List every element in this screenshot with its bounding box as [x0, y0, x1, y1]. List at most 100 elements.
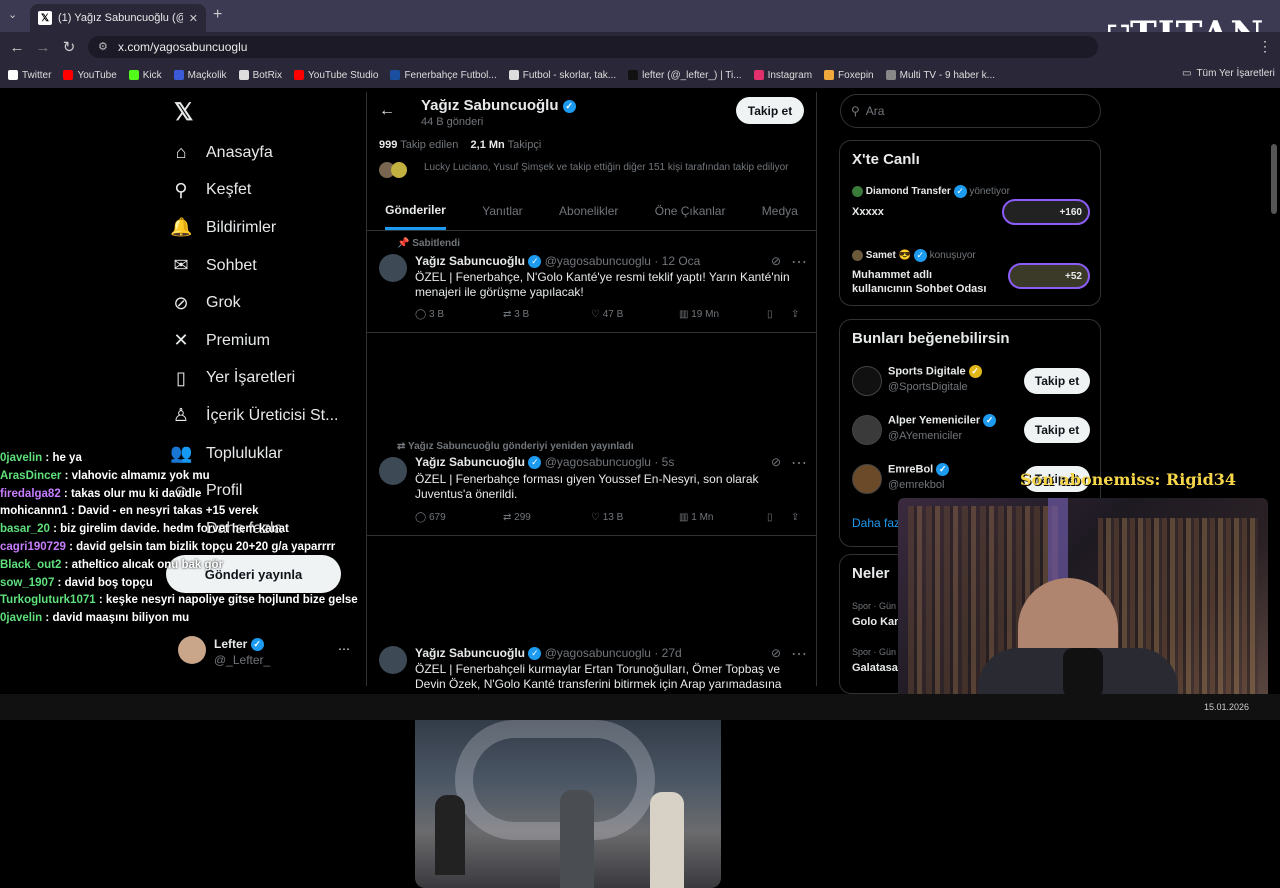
avatar[interactable] [379, 457, 407, 485]
account-name: Lefter ✓ [214, 637, 264, 652]
account-switcher[interactable]: Lefter ✓ @_Lefter_ ⋯ [170, 632, 360, 668]
sidebar-item-1[interactable]: ⚲ Keşfet [170, 172, 360, 210]
grok-icon[interactable]: ⊘ [771, 455, 781, 469]
bookmark-item[interactable]: Futbol - skorlar, tak... [508, 70, 616, 81]
views-button[interactable]: ▥ 19 Mn [679, 309, 767, 320]
back-arrow-icon[interactable]: ← [379, 102, 395, 120]
chat-username: basar_20 [0, 523, 50, 536]
avatar[interactable] [379, 254, 407, 282]
chat-message: ArasDincer : vlahovic almamız yok mu [0, 469, 210, 482]
verified-icon: ✓ [528, 456, 542, 470]
sidebar-item-4[interactable]: ⊘ Grok [170, 284, 360, 322]
follow-button[interactable]: Takip et [736, 97, 804, 124]
forward-icon[interactable]: → [30, 39, 56, 56]
tweet[interactable]: Yağız Sabuncuoğlu ✓ @yagosabuncuoglu · 2… [367, 638, 816, 888]
browser-tab-active[interactable]: 𝕏 (1) Yağız Sabuncuoğlu (@yagos ✕ [30, 4, 206, 32]
tab-3[interactable]: Öne Çıkanlar [655, 204, 726, 218]
live-title: X'te Canlı [852, 151, 920, 168]
sidebar-item-3[interactable]: ✉ Sohbet [170, 247, 360, 285]
bookmark-favicon-icon [508, 70, 519, 80]
chat-text: atheltico alıcak onu bak gör [71, 558, 224, 571]
bookmark-favicon-icon [753, 70, 764, 80]
bookmark-favicon-icon [8, 70, 18, 80]
views-button[interactable]: ▥ 1 Mn [679, 512, 767, 523]
bookmark-item[interactable]: lefter (@_lefter_) | Ti... [628, 70, 742, 81]
tweet-more-icon[interactable]: ⋯ [791, 644, 807, 664]
tweet-media-photo[interactable] [415, 700, 721, 888]
tab-0[interactable]: Gönderiler [385, 191, 446, 230]
grok-icon: ⊘ [173, 292, 189, 313]
back-icon[interactable]: ← [4, 39, 30, 56]
chat-text: david maaşını biliyon mu [52, 612, 190, 625]
reply-button[interactable]: ◯ 679 [415, 512, 503, 523]
tweet-more-icon[interactable]: ⋯ [791, 453, 807, 473]
follow-button[interactable]: Takip et [1024, 368, 1090, 394]
tweet[interactable]: ⇄ Yağız Sabuncuoğlu gönderiyi yeniden ya… [367, 435, 816, 536]
tab-4[interactable]: Medya [762, 204, 798, 218]
verified-icon: ✓ [528, 255, 542, 269]
bookmark-item[interactable]: Multi TV - 9 haber k... [885, 70, 995, 81]
sidebar-item-label: Keşfet [206, 181, 252, 199]
bookmark-icon: ▯ [176, 367, 186, 388]
bookmark-item[interactable]: YouTube Studio [294, 70, 378, 81]
bookmark-item[interactable]: Fenerbahçe Futbol... [390, 70, 497, 81]
grok-icon[interactable]: ⊘ [771, 646, 781, 660]
address-bar[interactable]: ⚙ x.com/yagosabuncuoglu [88, 36, 1098, 58]
follow-button[interactable]: Takip et [1024, 417, 1090, 443]
new-tab-icon[interactable]: + [213, 6, 222, 24]
tab-1[interactable]: Yanıtlar [482, 204, 522, 218]
all-bookmarks[interactable]: ▭ Tüm Yer İşaretleri [1182, 68, 1275, 79]
tweet[interactable]: 📌 Sabitlendi Yağız Sabuncuoğlu ✓ @yagosa… [367, 232, 816, 333]
live-item[interactable]: Diamond Transfer ✓ yönetiyor Xxxxx +160 [852, 185, 1092, 235]
tab-search-chevron-icon[interactable]: ⌄ [8, 8, 17, 21]
reload-icon[interactable]: ↻ [56, 38, 82, 56]
sidebar-item-5[interactable]: ✕ Premium [170, 322, 360, 360]
reply-button[interactable]: ◯ 3 B [415, 309, 503, 320]
listeners-pill[interactable]: +52 [1008, 263, 1090, 289]
sidebar-item-6[interactable]: ▯ Yer İşaretleri [170, 360, 360, 398]
grok-icon[interactable]: ⊘ [771, 254, 781, 268]
chat-username: Turkogluturk1071 [0, 594, 96, 607]
bookmark-favicon-icon [238, 70, 249, 80]
repost-button[interactable]: ⇄ 3 B [503, 309, 591, 320]
followed-by-text[interactable]: Lucky Luciano, Yusuf Şimşek ve takip ett… [424, 162, 788, 173]
bookmark-item[interactable]: YouTube [63, 70, 117, 81]
tweet-more-icon[interactable]: ⋯ [791, 252, 807, 272]
live-item[interactable]: Samet 😎 ✓ konuşuyor Muhammet adlı kullan… [852, 249, 1092, 301]
like-button[interactable]: ♡ 13 B [591, 512, 679, 523]
site-info-icon[interactable]: ⚙ [98, 40, 108, 53]
bookmark-item[interactable]: Kick [128, 70, 162, 81]
x-logo-icon[interactable]: 𝕏 [174, 98, 193, 127]
sidebar-item-2[interactable]: 🔔 Bildirimler [170, 209, 360, 247]
bookmark-item[interactable]: Foxepin [824, 70, 874, 81]
sidebar-item-7[interactable]: ♙ İçerik Üreticisi St... [170, 397, 360, 435]
page-scrollbar[interactable] [1270, 92, 1278, 692]
listeners-pill[interactable]: +160 [1002, 199, 1090, 225]
bookmark-item[interactable]: Maçkolik [173, 70, 227, 81]
bookmark-icon[interactable]: ▯ [767, 309, 791, 320]
more-dots-icon[interactable]: ⋯ [338, 642, 350, 656]
sidebar-item-0[interactable]: ⌂ Anasayfa [170, 134, 360, 172]
repost-button[interactable]: ⇄ 299 [503, 512, 591, 523]
suggestion-row[interactable]: Alper Yemeniciler ✓ @AYemeniciler Takip et [852, 411, 1092, 455]
tab-close-icon[interactable]: ✕ [189, 12, 198, 25]
avatar[interactable] [379, 646, 407, 674]
verified-icon: ✓ [250, 638, 264, 652]
bookmark-item[interactable]: Twitter [8, 70, 51, 81]
search-input[interactable]: ⚲ Ara [840, 94, 1101, 128]
share-icon[interactable]: ⇪ [791, 512, 799, 523]
bookmarks-bar: Twitter YouTube Kick Maçkolik BotRix YouTube … [0, 62, 1280, 88]
like-button[interactable]: ♡ 47 B [591, 309, 679, 320]
sidebar-item-label: Grok [206, 294, 241, 312]
share-icon[interactable]: ⇪ [791, 309, 799, 320]
bookmark-item[interactable]: BotRix [238, 70, 282, 81]
suggestion-row[interactable]: Sports Digitale ✓ @SportsDigitale Takip et [852, 362, 1092, 406]
tab-2[interactable]: Abonelikler [559, 204, 618, 218]
sidebar-item-label: İçerik Üreticisi St... [206, 406, 339, 424]
browser-menu-icon[interactable]: ⋮ [1258, 38, 1272, 55]
trend-item[interactable]: Golo Kan [852, 616, 901, 628]
bookmark-icon[interactable]: ▯ [767, 512, 791, 523]
bookmark-item[interactable]: Instagram [753, 70, 812, 81]
sidebar-item-label: Yer İşaretleri [206, 369, 296, 387]
trend-item[interactable]: Galatasa [852, 662, 898, 674]
